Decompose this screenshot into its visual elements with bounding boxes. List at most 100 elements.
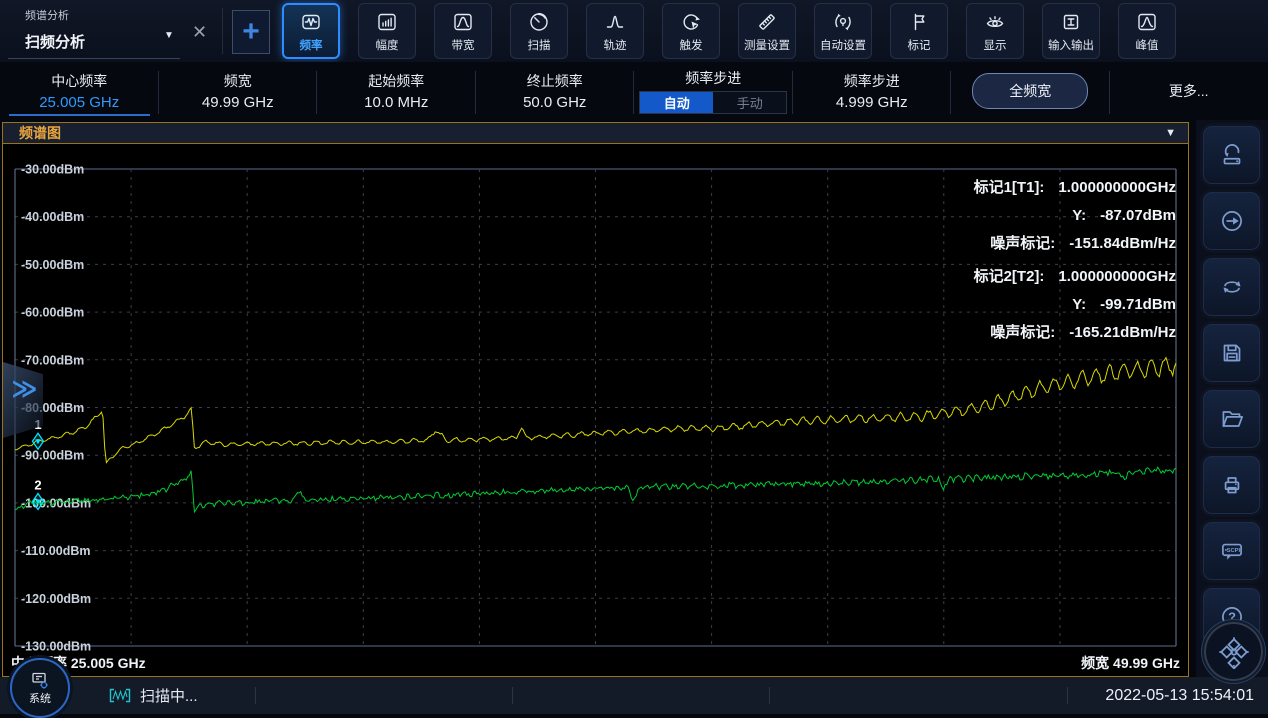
tab-dropdown-caret-icon[interactable]: ▼ xyxy=(164,30,174,41)
marker-readout-line: 标记2[T2]:1.000000000GHz xyxy=(974,263,1176,291)
toolbar-button-trigger[interactable]: 触发 xyxy=(662,3,720,59)
sidebar-button-print[interactable] xyxy=(1203,456,1260,514)
span-value: 49.99 GHz xyxy=(202,94,274,111)
trace-icon xyxy=(603,10,627,34)
span-cell[interactable]: 频宽 49.99 GHz xyxy=(159,62,318,120)
more-button[interactable]: 更多... xyxy=(1169,81,1209,101)
side-panel-handle[interactable]: ≫ xyxy=(3,362,43,438)
sweep-status-text: 扫描中... xyxy=(140,685,198,706)
double-chevron-icon: ≫ xyxy=(11,374,34,404)
toolbar-button-amplitude[interactable]: 幅度 xyxy=(358,3,416,59)
toolbar-button-marker[interactable]: 标记 xyxy=(890,3,948,59)
sweeping-waveform-icon xyxy=(108,687,132,704)
toolbar-button-measure-setup[interactable]: 测量设置 xyxy=(738,3,796,59)
sync-icon xyxy=(1217,272,1247,302)
open-icon xyxy=(1217,404,1247,434)
stop-frequency-label: 终止频率 xyxy=(527,71,583,91)
toolbar-button-display[interactable]: 显示 xyxy=(966,3,1024,59)
toolbar-button-label: 标记 xyxy=(907,36,930,52)
toolbar-button-label: 幅度 xyxy=(375,36,398,52)
toolbar-button-label: 峰值 xyxy=(1135,36,1158,52)
frequency-step-cell[interactable]: 频率步进 4.999 GHz xyxy=(793,62,952,120)
full-span-button[interactable]: 全频宽 xyxy=(972,73,1088,109)
toolbar-button-peak[interactable]: 峰值 xyxy=(1118,3,1176,59)
step-manual-option[interactable]: 手动 xyxy=(713,92,786,113)
cross-nav-icon xyxy=(1217,635,1251,669)
auto-setup-icon xyxy=(831,10,855,34)
y-axis-tick-label: -130.00dBm xyxy=(21,640,91,654)
sidebar-button-forward[interactable] xyxy=(1203,192,1260,250)
toolbar-button-trace[interactable]: 轨迹 xyxy=(586,3,644,59)
sidebar-button-open[interactable] xyxy=(1203,390,1260,448)
measurement-tab[interactable]: 频谱分析 扫频分析 ▼ ✕ + xyxy=(0,0,282,62)
tab-mode-label: 频谱分析 xyxy=(25,7,69,23)
right-sidebar: SCPI? xyxy=(1196,120,1268,677)
toolbar-button-sweep[interactable]: 扫描 xyxy=(510,3,568,59)
add-measurement-button[interactable]: + xyxy=(232,10,270,54)
status-divider xyxy=(255,687,256,704)
marker-readout-line: 标记1[T1]:1.000000000GHz xyxy=(974,174,1176,202)
marker-readout-line: Y:-87.07dBm xyxy=(974,202,1176,230)
marker-readout-line: Y:-99.71dBm xyxy=(974,291,1176,319)
system-button[interactable]: 系统 xyxy=(10,658,70,718)
toolbar-button-label: 触发 xyxy=(679,36,702,52)
system-button-label: 系统 xyxy=(29,690,51,706)
sidebar-button-preset[interactable] xyxy=(1203,126,1260,184)
center-frequency-value: 25.005 GHz xyxy=(39,94,119,111)
full-span-cell: 全频宽 xyxy=(951,62,1110,120)
more-cell: 更多... xyxy=(1110,62,1268,120)
chart-title: 频谱图 xyxy=(19,123,61,143)
toolbar-button-label: 轨迹 xyxy=(603,36,626,52)
y-axis-tick-label: -110.00dBm xyxy=(21,544,90,558)
frequency-step-label: 频率步进 xyxy=(844,71,900,91)
toolbar-button-label: 频率 xyxy=(299,36,322,52)
y-axis-tick-label: -120.00dBm xyxy=(21,592,91,606)
save-icon xyxy=(1217,338,1247,368)
measure-setup-icon xyxy=(755,10,779,34)
toolbar-button-label: 测量设置 xyxy=(744,36,790,52)
step-auto-option[interactable]: 自动 xyxy=(640,92,713,113)
marker-readout-line: 噪声标记:-165.21dBm/Hz xyxy=(974,319,1176,347)
sweep-status: 扫描中... xyxy=(108,677,198,714)
center-frequency-cell[interactable]: 中心频率 25.005 GHz xyxy=(0,62,159,120)
parameter-bar: 中心频率 25.005 GHz 频宽 49.99 GHz 起始频率 10.0 M… xyxy=(0,62,1268,120)
toolbar-button-bandwidth[interactable]: 带宽 xyxy=(434,3,492,59)
marker-2-diamond-icon[interactable]: 2 xyxy=(32,478,43,510)
frequency-step-mode-toggle: 自动 手动 xyxy=(639,91,787,114)
y-axis-tick-label: -60.00dBm xyxy=(21,306,84,320)
tab-title: 扫频分析 xyxy=(25,31,85,52)
amplitude-icon xyxy=(375,10,399,34)
print-icon xyxy=(1217,470,1247,500)
y-axis-tick-label: -30.00dBm xyxy=(21,163,84,177)
navigation-cross-button[interactable] xyxy=(1202,620,1265,683)
chart-collapse-caret-icon[interactable]: ▼ xyxy=(1165,127,1176,139)
sidebar-button-save[interactable] xyxy=(1203,324,1260,382)
stop-frequency-cell[interactable]: 终止频率 50.0 GHz xyxy=(476,62,635,120)
center-frequency-label: 中心频率 xyxy=(51,71,107,91)
tab-close-icon[interactable]: ✕ xyxy=(192,22,207,43)
forward-icon xyxy=(1217,206,1247,236)
io-icon xyxy=(1059,10,1083,34)
frequency-step-value: 4.999 GHz xyxy=(836,94,908,111)
toolbar-button-label: 显示 xyxy=(983,36,1006,52)
span-label: 频宽 xyxy=(224,71,252,91)
sidebar-button-scpi[interactable]: SCPI xyxy=(1203,522,1260,580)
y-axis-tick-label: -40.00dBm xyxy=(21,210,84,224)
chart-body: -30.00dBm -40.00dBm -50.00dBm -60.00dBm -70.… xyxy=(3,144,1188,676)
display-icon xyxy=(983,10,1007,34)
trigger-icon xyxy=(679,10,703,34)
start-frequency-cell[interactable]: 起始频率 10.0 MHz xyxy=(317,62,476,120)
toolbar-button-label: 带宽 xyxy=(451,36,474,52)
toolbar-button-io[interactable]: 输入输出 xyxy=(1042,3,1100,59)
y-axis-tick-label: -50.00dBm xyxy=(21,258,84,272)
sidebar-button-sync[interactable] xyxy=(1203,258,1260,316)
toolbar-buttons: 频率 幅度 带宽 扫描轨迹 触发 测量设置 自动设置标记 显示 输入输出峰值 xyxy=(282,0,1176,59)
y-axis-tick-label: -70.00dBm xyxy=(21,353,84,367)
system-gear-icon xyxy=(29,671,51,691)
toolbar-button-frequency[interactable]: 频率 xyxy=(282,3,340,59)
preset-icon xyxy=(1217,140,1247,170)
svg-text:2: 2 xyxy=(34,478,41,493)
stop-frequency-value: 50.0 GHz xyxy=(523,94,586,111)
toolbar-button-auto-setup[interactable]: 自动设置 xyxy=(814,3,872,59)
center-frequency-underline xyxy=(9,114,150,116)
